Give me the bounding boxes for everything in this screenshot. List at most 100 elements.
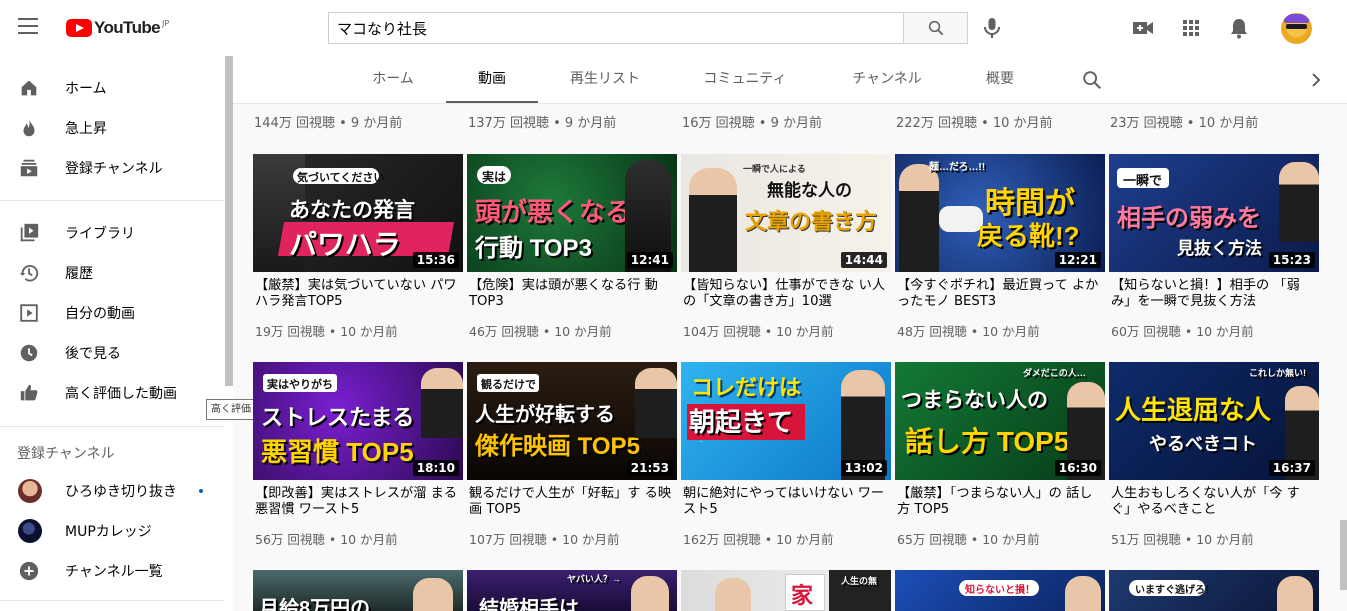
sidebar-item-home[interactable]: ホーム: [0, 68, 224, 108]
video-title[interactable]: 人生おもしろくない人が「今 すぐ」やるべきこと: [1111, 486, 1317, 518]
video-thumbnail[interactable]: 実はやりがち ストレスたまる 悪習慣 TOP5 18:10: [253, 362, 463, 480]
video-thumbnail[interactable]: 観るだけで 人生が好転する 傑作映画 TOP5 21:53: [467, 362, 677, 480]
tab-playlists[interactable]: 再生リスト: [555, 56, 655, 103]
video-meta: 46万 回視聴 • 10 か月前: [469, 324, 612, 339]
history-icon: [19, 264, 39, 282]
video-title[interactable]: 【厳禁】実は気づいていない パワハラ発言TOP5: [255, 278, 461, 310]
trending-icon: [23, 118, 35, 137]
sidebar-divider: [0, 600, 224, 601]
tab-channels[interactable]: チャンネル: [837, 56, 937, 103]
video-thumbnail[interactable]: コレだけは 朝起きて やってはダメ! 13:02: [681, 362, 891, 480]
sidebar-channel-mup[interactable]: MUPカレッジ: [0, 511, 224, 551]
subscriptions-heading: 登録チャンネル: [17, 446, 115, 462]
sidebar-item-label: MUPカレッジ: [65, 524, 152, 540]
sidebar-divider: [0, 426, 224, 427]
thumb-headline: コレだけは: [691, 375, 802, 400]
video-thumbnail[interactable]: 家 人生の無: [681, 570, 891, 611]
sidebar-scrollbar[interactable]: [225, 56, 233, 386]
search-input[interactable]: マコなり社長: [328, 12, 904, 44]
tab-about[interactable]: 概要: [970, 56, 1030, 103]
thumb-tag: 実は: [482, 170, 507, 184]
channel-avatar: [18, 479, 42, 503]
sidebar-item-browse-channels[interactable]: チャンネル一覧: [0, 551, 224, 591]
thumb-tag: 一瞬で: [1123, 173, 1163, 188]
masthead: YouTube JP マコなり社長: [0, 0, 1347, 56]
video-thumbnail[interactable]: 月給8万円の: [253, 570, 463, 611]
search-value: マコなり社長: [337, 19, 428, 38]
video-meta: 16万 回視聴 • 9 か月前: [682, 116, 823, 131]
video-thumbnail[interactable]: 知らないと損！: [895, 570, 1105, 611]
thumb-headline: 知らないと損！: [965, 585, 1035, 596]
video-meta: 23万 回視聴 • 10 か月前: [1110, 116, 1259, 131]
video-duration: 15:36: [412, 252, 459, 268]
sidebar-item-label: ライブラリ: [65, 226, 135, 242]
video-title[interactable]: 【今すぐポチれ】最近買って よかったモノ BEST3: [897, 278, 1103, 310]
video-thumbnail[interactable]: 実は 頭が悪くなる 行動 TOP3 12:41: [467, 154, 677, 272]
video-title[interactable]: 観るだけで人生が「好転」す る映画 TOP5: [469, 486, 675, 518]
video-duration: 18:10: [412, 460, 459, 476]
home-icon: [21, 80, 37, 96]
video-meta: 137万 回視聴 • 9 か月前: [468, 116, 617, 131]
video-meta: 104万 回視聴 • 10 か月前: [683, 324, 834, 339]
video-title[interactable]: 【知らないと損！】相手の 「弱み」を一瞬で見抜く方法: [1111, 278, 1317, 310]
sidebar-item-trending[interactable]: 急上昇: [0, 108, 224, 148]
thumb-tag: 気づいてください: [297, 172, 385, 184]
video-title[interactable]: 【危険】実は頭が悪くなる行 動 TOP3: [469, 278, 675, 310]
video-meta: 107万 回視聴 • 10 か月前: [469, 532, 620, 547]
notifications-icon[interactable]: [1227, 16, 1251, 40]
create-video-icon[interactable]: [1131, 16, 1155, 40]
video-thumbnail[interactable]: 一瞬で人による 無能な人の 文章の書き方 14:44: [681, 154, 891, 272]
video-thumbnail[interactable]: これしか無い! 人生退屈な人 やるべきコト 16:37: [1109, 362, 1319, 480]
thumb-tag: ダメだこの人…: [1023, 368, 1086, 378]
youtube-logo[interactable]: YouTube JP: [66, 18, 169, 38]
page-scrollbar[interactable]: [1340, 520, 1347, 590]
sidebar-item-label: 高く評価した動画: [65, 386, 177, 402]
video-meta: 144万 回視聴 • 9 か月前: [254, 116, 403, 131]
apps-icon[interactable]: [1179, 16, 1203, 40]
video-thumbnail[interactable]: 麺…だろ…!! 時間が 戻る靴!? 12:21: [895, 154, 1105, 272]
search-icon: [928, 20, 943, 36]
channel-avatar: [18, 519, 42, 543]
sidebar-item-subscriptions[interactable]: 登録チャンネル: [0, 148, 224, 188]
sidebar-item-liked-videos[interactable]: 高く評価した動画: [0, 373, 224, 413]
sidebar-item-label: 履歴: [65, 266, 93, 282]
menu-icon[interactable]: [18, 18, 38, 38]
video-title[interactable]: 【皆知らない】仕事ができな い人の「文章の書き方」10選: [683, 278, 889, 310]
thumb-headline: 朝起きて やってはダメ!: [689, 407, 794, 442]
video-meta: 162万 回視聴 • 10 か月前: [683, 532, 834, 547]
video-title[interactable]: 朝に絶対にやってはいけない ワースト5: [683, 486, 889, 518]
thumb-headline: 悪習慣 TOP5: [261, 437, 414, 467]
sidebar-item-your-videos[interactable]: 自分の動画: [0, 293, 224, 333]
video-thumbnail[interactable]: 一瞬で 相手の弱みを 見抜く方法 15:23: [1109, 154, 1319, 272]
sidebar-channel-hiroyuki[interactable]: ひろゆき切り抜き: [0, 471, 224, 511]
chevron-right-icon[interactable]: [1309, 71, 1323, 89]
mic-icon[interactable]: [982, 17, 1002, 39]
search-button[interactable]: [903, 12, 968, 44]
thumb-headline: 無能な人の: [767, 181, 852, 200]
subscriptions-icon: [20, 159, 38, 177]
video-thumbnail[interactable]: ヤバい人？→ 結婚相手は: [467, 570, 677, 611]
add-circle-icon: [19, 561, 39, 581]
watch-later-icon: [20, 344, 38, 362]
video-thumbnail[interactable]: いますぐ逃げろ！: [1109, 570, 1319, 611]
sidebar-item-library[interactable]: ライブラリ: [0, 213, 224, 253]
tab-community[interactable]: コミュニティ: [689, 56, 801, 103]
sidebar-item-label: 登録チャンネル: [65, 161, 163, 177]
thumb-tag: これしか無い!: [1249, 368, 1306, 378]
channel-search-icon[interactable]: [1081, 69, 1103, 91]
video-title[interactable]: 【即改善】実はストレスが溜 まる悪習慣 ワースト5: [255, 486, 461, 518]
sidebar-item-watch-later[interactable]: 後で見る: [0, 333, 224, 373]
thumb-headline: あなたの発言: [289, 199, 415, 222]
tab-home[interactable]: ホーム: [353, 56, 433, 103]
tab-videos[interactable]: 動画: [446, 56, 538, 103]
thumb-headline: 戻る靴!?: [977, 221, 1080, 251]
account-avatar[interactable]: [1281, 13, 1312, 44]
video-title[interactable]: 【厳禁】「つまらない人」の 話し方 TOP5: [897, 486, 1103, 518]
thumb-tag: ヤバい人？→: [567, 574, 621, 584]
sidebar-item-label: ホーム: [65, 81, 107, 97]
video-thumbnail[interactable]: 気づいてください あなたの発言 パワハラ 15:36: [253, 154, 463, 272]
video-meta: 51万 回視聴 • 10 か月前: [1111, 532, 1254, 547]
video-thumbnail[interactable]: ダメだこの人… つまらない人の 話し方 TOP5 16:30: [895, 362, 1105, 480]
sidebar-item-history[interactable]: 履歴: [0, 253, 224, 293]
sidebar-item-label: チャンネル一覧: [65, 564, 163, 580]
